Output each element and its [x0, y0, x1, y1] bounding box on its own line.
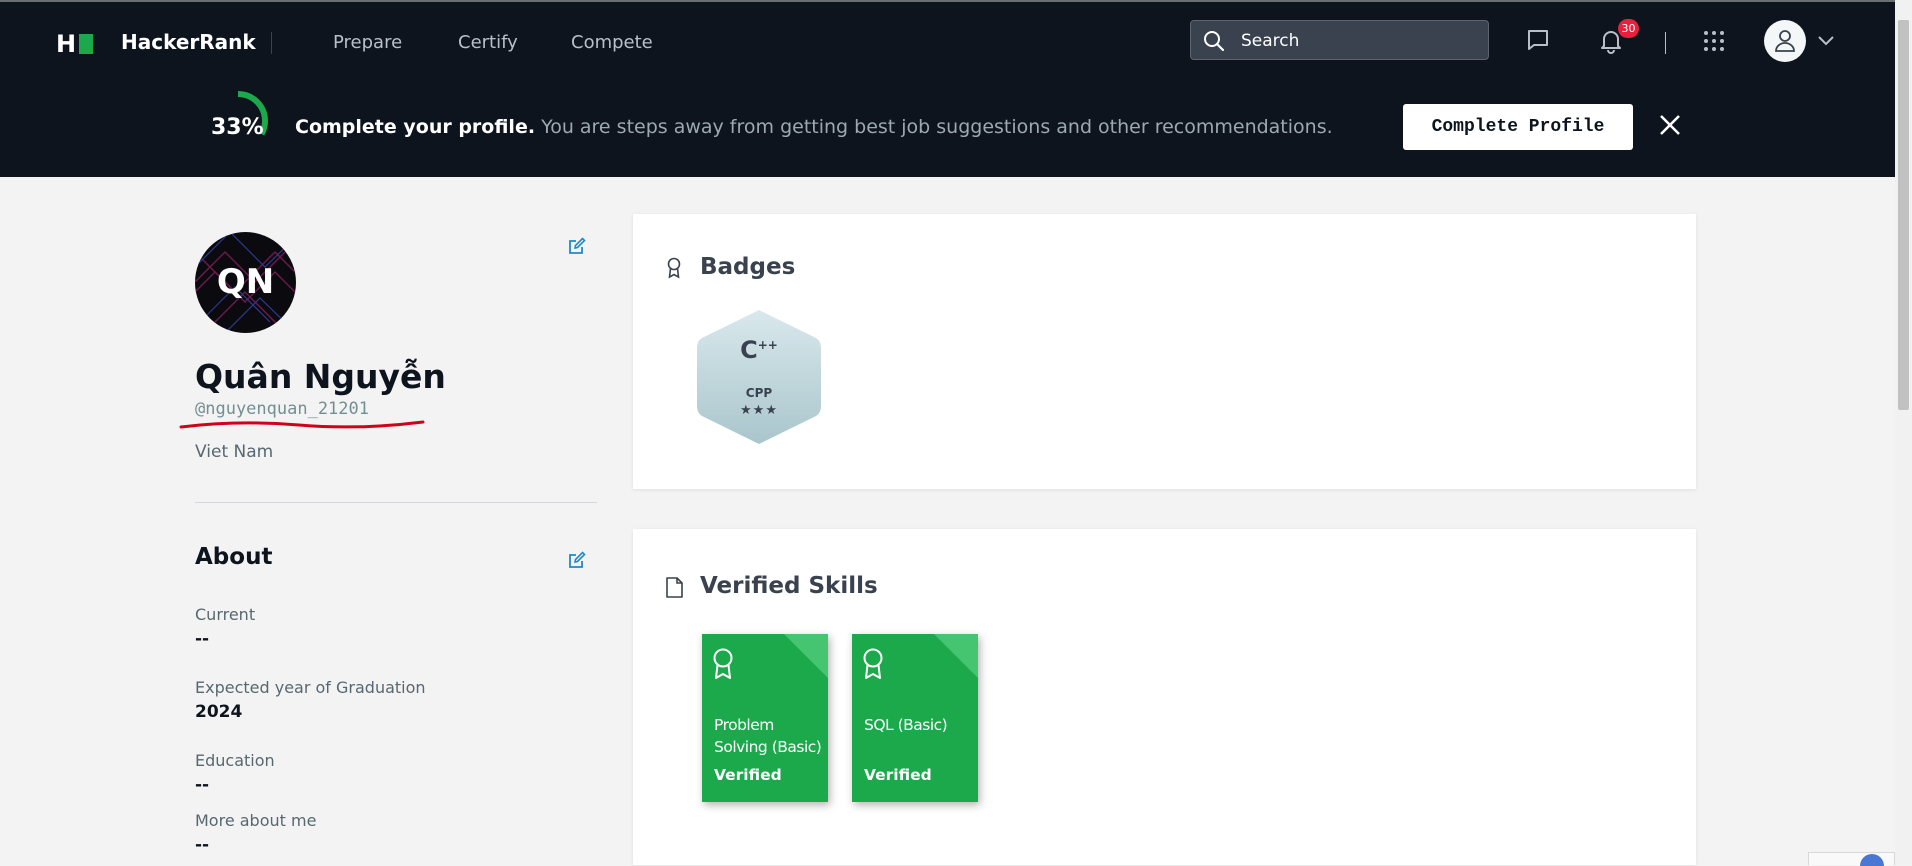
logo-letter: H: [56, 30, 77, 58]
cpp-badge-symbol: C++: [696, 336, 822, 364]
about-current-label: Current: [195, 605, 256, 624]
progress-percent: 33%: [211, 115, 264, 140]
card-fold-corner: [784, 634, 828, 678]
scrollbar-thumb[interactable]: [1898, 20, 1909, 410]
verified-skills-card: Verified Skills Problem Solving (Basic) …: [633, 529, 1696, 865]
avatar-initials: QN: [216, 262, 275, 302]
profile-handle: @nguyenquan_21201: [195, 399, 369, 419]
cpp-symbol-letter: C: [740, 336, 758, 364]
red-underline-annotation: [179, 420, 425, 429]
skill-name: Problem Solving (Basic): [714, 716, 822, 756]
nav-link-certify[interactable]: Certify: [458, 32, 518, 53]
cpp-symbol-plus: ++: [757, 338, 778, 352]
document-icon: [666, 577, 683, 598]
profile-completion-banner: 33% Complete your profile. You are steps…: [0, 78, 1895, 177]
messages-icon[interactable]: [1526, 28, 1550, 52]
certificate-ribbon-icon: [713, 648, 733, 679]
profile-avatar[interactable]: QN: [195, 232, 296, 333]
nav-divider-right: [1665, 32, 1666, 54]
about-education-label: Education: [195, 751, 275, 770]
logo[interactable]: H: [56, 30, 94, 58]
profile-name: Quân Nguyễn: [195, 357, 446, 396]
skill-name: SQL (Basic): [864, 716, 948, 734]
certificate-ribbon-icon: [863, 648, 883, 679]
top-navbar: H HackerRank Prepare Certify Compete Sea…: [0, 2, 1895, 78]
about-graduation-value: 2024: [195, 702, 243, 722]
close-icon[interactable]: [1659, 114, 1681, 136]
skill-certificate-card[interactable]: Problem Solving (Basic) Verified: [702, 634, 828, 802]
search-input[interactable]: Search: [1190, 20, 1489, 60]
skill-status: Verified: [864, 766, 932, 784]
cpp-badge-hexagon[interactable]: [696, 308, 822, 446]
brand-name[interactable]: HackerRank: [121, 30, 256, 54]
cpp-badge-label: CPP: [745, 386, 773, 400]
profile-page: QN Quân Nguyễn @nguyenquan_21201 Viet Na…: [0, 177, 1895, 866]
cpp-badge-stars: ★★★: [740, 402, 778, 417]
apps-grid-icon[interactable]: [1703, 30, 1725, 52]
page-scrollbar[interactable]: [1895, 0, 1912, 865]
user-avatar[interactable]: [1764, 20, 1806, 62]
banner-subtitle: You are steps away from getting best job…: [541, 116, 1333, 138]
skill-certificate-card[interactable]: SQL (Basic) Verified: [852, 634, 978, 802]
card-fold-corner: [934, 634, 978, 678]
about-title: About: [195, 544, 273, 570]
about-current-value: --: [195, 629, 210, 649]
about-education-value: --: [195, 775, 210, 795]
sidebar-divider: [195, 502, 597, 503]
notification-count-badge: 30: [1618, 19, 1639, 38]
about-more-label: More about me: [195, 811, 317, 830]
complete-profile-button[interactable]: Complete Profile: [1403, 104, 1633, 150]
search-placeholder: Search: [1241, 31, 1300, 51]
chevron-down-icon[interactable]: [1818, 36, 1834, 46]
profile-sidebar: QN Quân Nguyễn @nguyenquan_21201 Viet Na…: [179, 177, 597, 865]
user-icon: [1775, 30, 1795, 52]
edit-about-icon[interactable]: [568, 551, 586, 569]
badges-card: Badges C++ CPP ★★★: [633, 214, 1696, 489]
nav-link-prepare[interactable]: Prepare: [333, 32, 402, 53]
banner-title: Complete your profile.: [295, 116, 536, 138]
profile-country: Viet Nam: [195, 442, 274, 462]
nav-divider: [271, 32, 272, 54]
skill-status: Verified: [714, 766, 782, 784]
banner-message: Complete your profile. You are steps awa…: [295, 116, 1333, 138]
verified-skills-title: Verified Skills: [700, 573, 878, 599]
search-icon: [1204, 31, 1225, 52]
recaptcha-widget[interactable]: [1808, 852, 1895, 866]
badges-title: Badges: [700, 254, 796, 280]
recaptcha-icon: [1860, 854, 1884, 866]
badge-ribbon-icon: [667, 257, 681, 279]
edit-profile-icon[interactable]: [568, 237, 586, 255]
about-graduation-label: Expected year of Graduation: [195, 678, 426, 697]
about-more-value: --: [195, 835, 210, 855]
nav-link-compete[interactable]: Compete: [571, 32, 653, 53]
logo-square-icon: [79, 34, 94, 54]
